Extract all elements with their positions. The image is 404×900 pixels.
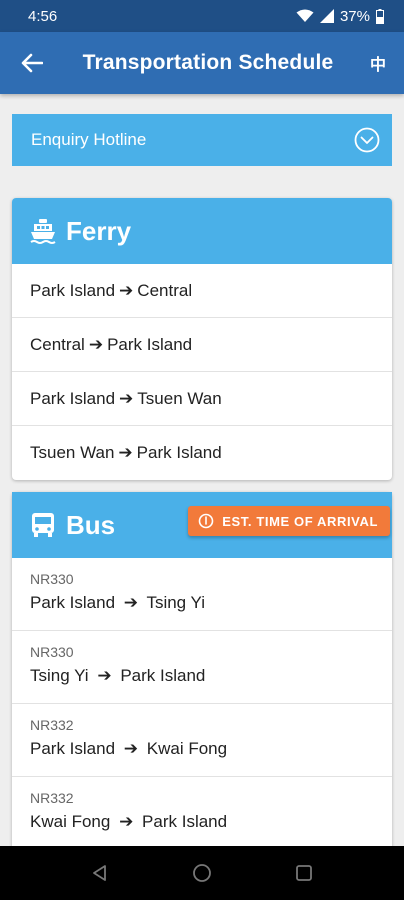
route-to: Central [137,280,193,300]
home-circle-icon [193,864,211,882]
route-to: Tsuen Wan [137,388,222,408]
status-bar: 4:56 37% [0,0,404,32]
route-number: NR330 [30,644,74,660]
enquiry-hotline-label: Enquiry Hotline [31,130,147,149]
app-bar: Transportation Schedule 中 [0,32,404,94]
route-name: Park Island ➔ Tsing Yi [30,593,392,613]
arrow-right-icon: ➔ [118,443,133,462]
clock-icon [198,513,214,529]
status-icons: 37% [296,8,384,25]
arrow-right-icon: ➔ [97,666,112,685]
route-name: Tsing Yi ➔ Park Island [30,666,392,686]
route-name: Park Island ➔ Kwai Fong [30,739,392,759]
route-to: Kwai Fong [146,739,228,758]
ferry-card-header: Ferry [12,198,392,264]
route-from: Central [30,334,85,354]
route-from: Park Island [30,280,116,300]
bus-card: Bus EST. TIME OF ARRIVAL NR330 Park Isla… [12,492,392,846]
chevron-down-circle-icon [354,127,380,153]
language-toggle-button[interactable]: 中 [352,32,404,94]
route-from: Tsing Yi [30,666,89,685]
nav-back-button[interactable] [80,853,120,893]
ferry-route-row[interactable]: Park Island ➔ Central [12,264,392,318]
ferry-route-row[interactable]: Park Island ➔ Tsuen Wan [12,372,392,426]
arrow-right-icon: ➔ [123,739,139,758]
arrow-right-icon: ➔ [123,593,139,612]
ferry-route-row[interactable]: Tsuen Wan ➔ Park Island [12,426,392,480]
route-from: Park Island [30,739,116,758]
route-number: NR330 [30,571,74,587]
route-from: Kwai Fong [30,812,111,831]
ferry-card: Ferry Park Island ➔ Central Central ➔ Pa… [12,198,392,480]
route-name: Kwai Fong ➔ Park Island [30,812,392,832]
route-from: Tsuen Wan [30,443,115,462]
bus-route-row[interactable]: NR330 Park Island ➔ Tsing Yi [12,558,392,631]
signal-icon [319,9,334,23]
route-to: Park Island [107,334,193,354]
arrow-left-icon [21,53,43,73]
arrow-right-icon: ➔ [88,334,104,354]
bus-route-row[interactable]: NR332 Park Island ➔ Kwai Fong [12,704,392,777]
wifi-icon [296,9,314,23]
status-time: 4:56 [28,7,58,25]
route-to: Park Island [136,443,222,462]
back-button[interactable] [0,32,64,94]
main-content: Enquiry Hotline Ferry Park Island ➔ Cent… [0,94,404,846]
system-nav-bar [0,846,404,900]
bus-card-header: Bus EST. TIME OF ARRIVAL [12,492,392,558]
arrow-right-icon: ➔ [119,388,134,408]
eta-button[interactable]: EST. TIME OF ARRIVAL [188,506,390,536]
route-from: Park Island [30,593,116,612]
ferry-route-row[interactable]: Central ➔ Park Island [12,318,392,372]
route-from: Park Island [30,388,116,408]
route-to: Park Island [120,666,206,685]
back-triangle-icon [93,865,106,881]
nav-home-button[interactable] [182,853,222,893]
bus-icon [28,510,58,540]
bus-route-row[interactable]: NR330 Tsing Yi ➔ Park Island [12,631,392,704]
arrow-right-icon: ➔ [119,280,134,300]
bus-title: Bus [66,509,116,540]
route-number: NR332 [30,790,74,806]
route-number: NR332 [30,717,74,733]
ferry-icon [28,216,58,246]
enquiry-hotline-dropdown[interactable]: Enquiry Hotline [12,114,392,166]
recents-square-icon [296,865,312,881]
page-title: Transportation Schedule [82,51,334,74]
route-to: Tsing Yi [146,593,206,612]
ferry-title: Ferry [66,215,132,246]
battery-percent: 37% [339,7,370,25]
bus-route-row[interactable]: NR332 Kwai Fong ➔ Park Island [12,777,392,846]
route-to: Park Island [142,812,228,831]
nav-recents-button[interactable] [284,853,324,893]
eta-button-label: EST. TIME OF ARRIVAL [222,513,378,529]
arrow-right-icon: ➔ [119,812,134,831]
battery-icon [376,8,384,24]
